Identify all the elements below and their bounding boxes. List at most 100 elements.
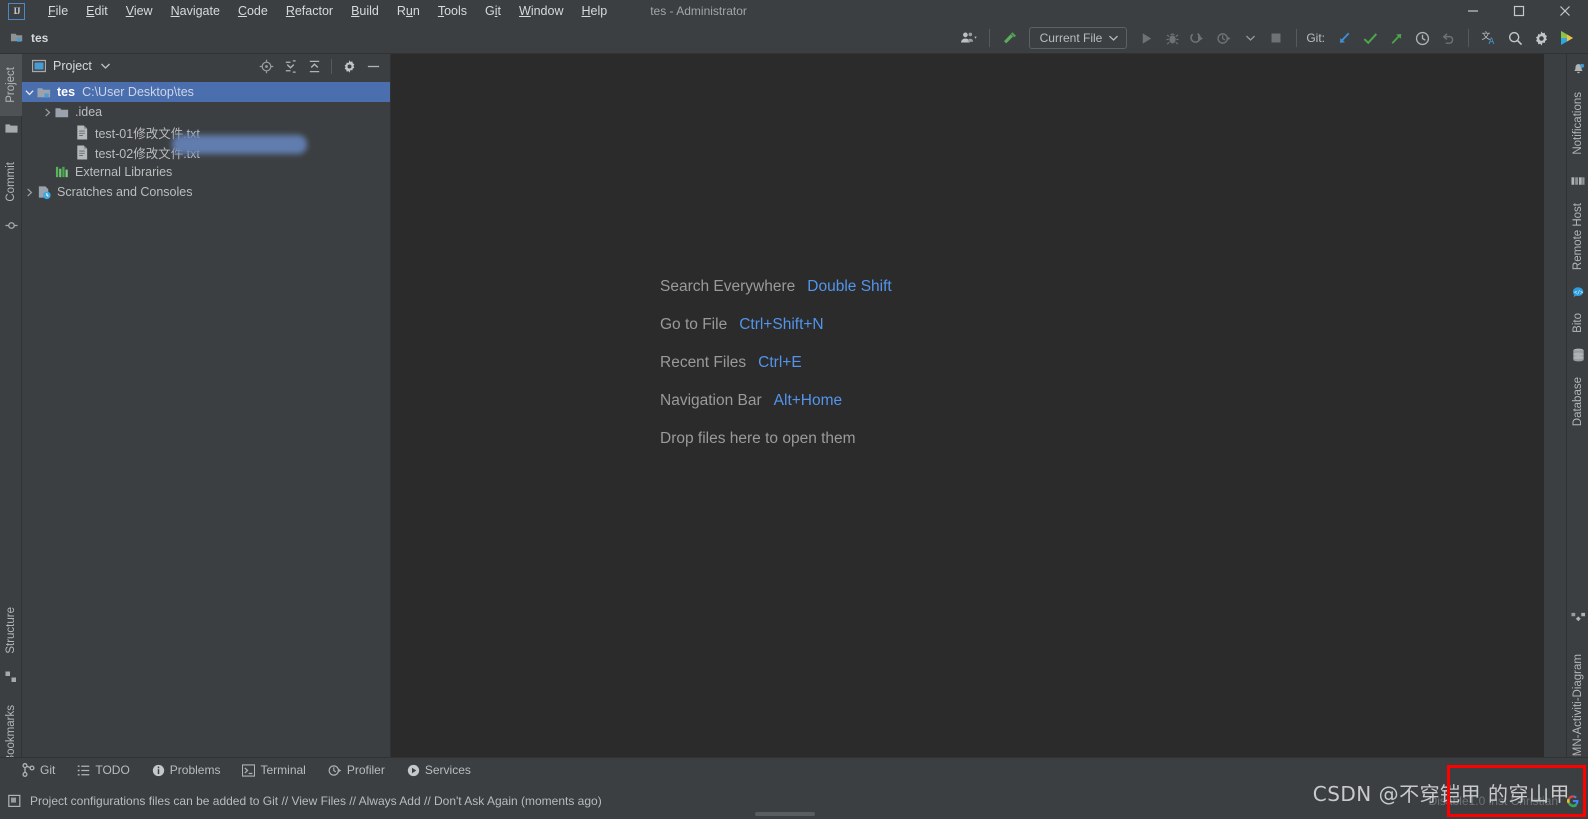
sidebar-item-project[interactable]: Project bbox=[0, 54, 22, 116]
bito-chat-icon: </> bbox=[1567, 282, 1588, 304]
gear-icon[interactable] bbox=[338, 55, 360, 77]
sidebar-item-label: Project bbox=[5, 67, 17, 103]
select-opened-file-icon[interactable] bbox=[255, 55, 277, 77]
menu-item-file[interactable]: File bbox=[39, 2, 77, 20]
search-everywhere-button[interactable] bbox=[1502, 25, 1528, 51]
tree-row[interactable]: External Libraries bbox=[22, 162, 390, 182]
module-folder-icon bbox=[36, 84, 52, 100]
profiler-button[interactable] bbox=[1211, 25, 1237, 51]
intellij-window: IJ File Edit View Navigate Code Refactor… bbox=[0, 0, 1588, 819]
sidebar-item-label: Bookmarks bbox=[5, 705, 17, 763]
tree-row[interactable]: Scratches and Consoles bbox=[22, 182, 390, 202]
collapse-arrow-icon[interactable] bbox=[22, 182, 36, 202]
hint-shortcut: Ctrl+E bbox=[758, 354, 802, 371]
menu-item-navigate[interactable]: Navigate bbox=[162, 2, 229, 20]
profiler-dropdown[interactable] bbox=[1237, 25, 1263, 51]
run-with-coverage-button[interactable] bbox=[1185, 25, 1211, 51]
bottom-item-todo[interactable]: TODO bbox=[77, 763, 130, 777]
main-toolbar-actions: Current File Git: 文 A bbox=[956, 22, 1588, 54]
bottom-item-label: Problems bbox=[169, 763, 221, 777]
git-update-button[interactable] bbox=[1331, 25, 1357, 51]
collapse-all-icon[interactable] bbox=[303, 55, 325, 77]
sidebar-item-bito[interactable]: Bito bbox=[1567, 304, 1588, 342]
breadcrumb[interactable]: tes bbox=[10, 30, 48, 45]
git-push-button[interactable] bbox=[1383, 25, 1409, 51]
tree-row[interactable]: tes C:\User Desktop\tes bbox=[22, 82, 390, 102]
menu-item-git[interactable]: Git bbox=[476, 2, 510, 20]
run-configuration-selector[interactable]: Current File bbox=[1028, 27, 1128, 49]
horizontal-scrollbar[interactable] bbox=[755, 812, 815, 816]
menu-item-help[interactable]: Help bbox=[573, 2, 617, 20]
git-commit-button[interactable] bbox=[1357, 25, 1383, 51]
settings-button[interactable] bbox=[1528, 25, 1554, 51]
bottom-item-label: TODO bbox=[95, 763, 130, 777]
sidebar-item-folder[interactable] bbox=[0, 116, 22, 140]
hide-icon[interactable] bbox=[362, 55, 384, 77]
bottom-item-terminal[interactable]: Terminal bbox=[242, 763, 306, 777]
expand-all-icon[interactable] bbox=[279, 55, 301, 77]
menu-item-view[interactable]: View bbox=[117, 2, 162, 20]
sidebar-item-remote-host[interactable]: Remote Host bbox=[1567, 192, 1588, 282]
debug-button[interactable] bbox=[1159, 25, 1185, 51]
problems-icon bbox=[152, 764, 164, 776]
translate-button[interactable]: 文 A bbox=[1476, 25, 1502, 51]
panel-tool-separator bbox=[331, 58, 332, 74]
maximize-icon[interactable] bbox=[1496, 0, 1542, 22]
event-log-icon[interactable] bbox=[8, 794, 22, 808]
bottom-item-git[interactable]: Git bbox=[22, 763, 55, 777]
tree-row[interactable]: .idea bbox=[22, 102, 390, 122]
hint-drop-files: Drop files here to open them bbox=[660, 430, 892, 448]
bpmn-diagram-icon bbox=[1567, 606, 1588, 630]
stop-square-icon bbox=[1271, 33, 1281, 43]
git-branch-icon bbox=[22, 763, 35, 777]
bito-button[interactable] bbox=[1554, 25, 1580, 51]
git-history-button[interactable] bbox=[1409, 25, 1435, 51]
hint-label: Navigation Bar bbox=[660, 392, 762, 409]
menu-bar: File Edit View Navigate Code Refactor Bu… bbox=[39, 2, 616, 20]
build-project-icon[interactable] bbox=[997, 25, 1023, 51]
minimize-icon[interactable] bbox=[1450, 0, 1496, 22]
folder-icon bbox=[54, 104, 70, 120]
git-push-arrow-icon bbox=[1391, 33, 1401, 44]
chevron-down-icon[interactable] bbox=[100, 63, 110, 69]
menu-item-run[interactable]: Run bbox=[388, 2, 429, 20]
user-avatar-icon[interactable] bbox=[956, 25, 982, 51]
commit-icon bbox=[0, 215, 22, 235]
intellij-logo-icon: IJ bbox=[8, 2, 25, 20]
chevron-down-icon bbox=[1109, 35, 1119, 41]
hint-recent-files: Recent Files Ctrl+E bbox=[660, 354, 892, 372]
bottom-item-profiler[interactable]: Profiler bbox=[328, 763, 385, 777]
sidebar-item-commit[interactable]: Commit bbox=[0, 149, 22, 215]
right-tool-window-strip: Notifications Remote Host </> Bito Datab… bbox=[1566, 54, 1588, 772]
collapse-arrow-icon[interactable] bbox=[40, 102, 54, 122]
git-rollback-button[interactable] bbox=[1435, 25, 1461, 51]
sidebar-item-label: Notifications bbox=[1572, 91, 1584, 155]
menu-item-edit[interactable]: Edit bbox=[77, 2, 117, 20]
close-icon[interactable] bbox=[1542, 0, 1588, 22]
menu-item-refactor[interactable]: Refactor bbox=[277, 2, 342, 20]
stop-button[interactable] bbox=[1263, 25, 1289, 51]
menu-item-code[interactable]: Code bbox=[229, 2, 277, 20]
bottom-item-services[interactable]: Services bbox=[407, 763, 471, 777]
menu-item-tools[interactable]: Tools bbox=[429, 2, 476, 20]
run-button[interactable] bbox=[1133, 25, 1159, 51]
menu-item-build[interactable]: Build bbox=[342, 2, 388, 20]
sidebar-item-notifications[interactable]: Notifications bbox=[1567, 80, 1588, 166]
expand-arrow-icon[interactable] bbox=[22, 82, 36, 102]
bottom-tool-window-bar: Git TODO Problems Terminal Profiler Serv… bbox=[0, 757, 1588, 782]
sidebar-item-label: Bito bbox=[1572, 313, 1584, 333]
window-controls bbox=[1450, 0, 1588, 22]
gear-icon bbox=[1535, 30, 1547, 46]
sidebar-item-structure[interactable]: Structure bbox=[0, 594, 22, 666]
svg-text:A: A bbox=[1488, 37, 1494, 47]
svg-text:</>: </> bbox=[1574, 290, 1583, 296]
debug-bug-icon bbox=[1166, 32, 1179, 45]
hint-search-everywhere: Search Everywhere Double Shift bbox=[660, 278, 892, 296]
status-message[interactable]: Project configurations files can be adde… bbox=[30, 794, 602, 808]
hint-label: Drop files here to open them bbox=[660, 430, 856, 447]
google-icon[interactable] bbox=[1566, 794, 1580, 808]
sidebar-item-database[interactable]: Database bbox=[1567, 366, 1588, 438]
sidebar-item-label: Structure bbox=[5, 606, 17, 654]
menu-item-window[interactable]: Window bbox=[510, 2, 572, 20]
bottom-item-problems[interactable]: Problems bbox=[152, 763, 221, 777]
